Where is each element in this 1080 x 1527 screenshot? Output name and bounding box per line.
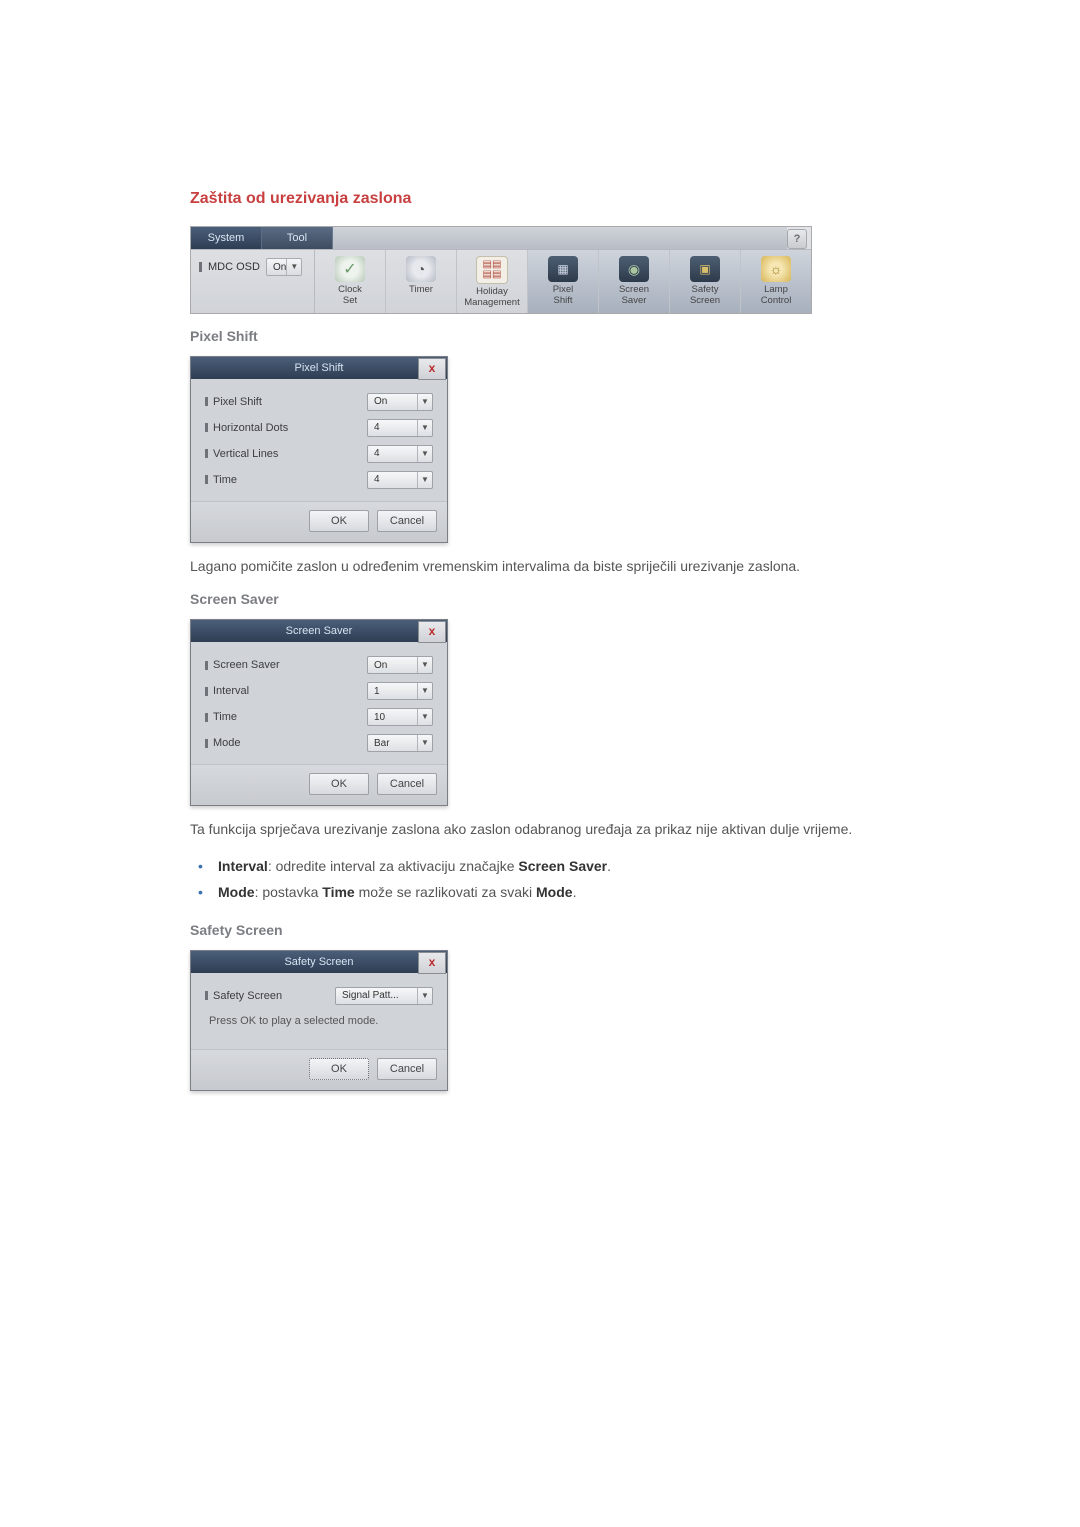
interval-dropdown[interactable]: 1▼: [367, 682, 433, 700]
toolbar-item-screen-saver[interactable]: ◉ Screen Saver: [599, 250, 670, 313]
safety-screen-mode-dropdown[interactable]: Signal Patt...▼: [335, 987, 433, 1005]
ok-button[interactable]: OK: [309, 1058, 369, 1080]
screen-saver-onoff-dropdown[interactable]: On▼: [367, 656, 433, 674]
safety-screen-icon: ▣: [690, 256, 720, 282]
section-title: Zaštita od urezivanja zaslona: [190, 190, 890, 208]
pixel-shift-onoff-dropdown[interactable]: On▼: [367, 393, 433, 411]
toolbar: System Tool ? MDC OSD On ▼ ✓ Clock Set ◔…: [190, 226, 812, 314]
cancel-button[interactable]: Cancel: [377, 510, 437, 532]
tab-system[interactable]: System: [191, 227, 262, 249]
pixel-shift-dialog: Pixel Shift x Pixel Shift On▼ Horizontal…: [190, 356, 448, 543]
horizontal-dots-dropdown[interactable]: 4▼: [367, 419, 433, 437]
cancel-button[interactable]: Cancel: [377, 1058, 437, 1080]
close-icon[interactable]: x: [418, 952, 446, 974]
dialog-title: Safety Screen x: [191, 951, 447, 973]
chevron-down-icon: ▼: [286, 259, 301, 275]
clock-icon: ✓: [335, 256, 365, 282]
tab-tool[interactable]: Tool: [262, 227, 333, 249]
dialog-title: Pixel Shift x: [191, 357, 447, 379]
safety-screen-hint: Press OK to play a selected mode.: [209, 1015, 433, 1027]
toolbar-item-holiday[interactable]: ▤▤▤▤ Holiday Management: [457, 250, 528, 313]
close-icon[interactable]: x: [418, 621, 446, 643]
mdc-osd-label: MDC OSD: [208, 258, 260, 276]
help-button[interactable]: ?: [787, 229, 807, 249]
screen-saver-bullets: Interval: odredite interval za aktivacij…: [190, 853, 890, 906]
close-icon[interactable]: x: [418, 358, 446, 380]
pixel-shift-description: Lagano pomičite zaslon u određenim vreme…: [190, 555, 890, 577]
toolbar-item-timer[interactable]: ◔ Timer: [386, 250, 457, 313]
toolbar-item-lamp-control[interactable]: ☼ Lamp Control: [741, 250, 811, 313]
safety-screen-dialog: Safety Screen x Safety Screen Signal Pat…: [190, 950, 448, 1091]
screen-saver-dialog: Screen Saver x Screen Saver On▼ Interval…: [190, 619, 448, 806]
pixel-shift-heading: Pixel Shift: [190, 328, 890, 344]
time-dropdown[interactable]: 4▼: [367, 471, 433, 489]
list-item: Mode: postavka Time može se razlikovati …: [190, 879, 890, 906]
timer-icon: ◔: [406, 256, 436, 282]
safety-screen-heading: Safety Screen: [190, 922, 890, 938]
calendar-icon: ▤▤▤▤: [476, 256, 508, 284]
screen-saver-heading: Screen Saver: [190, 591, 890, 607]
toolbar-item-safety-screen[interactable]: ▣ Safety Screen: [670, 250, 741, 313]
cancel-button[interactable]: Cancel: [377, 773, 437, 795]
mode-dropdown[interactable]: Bar▼: [367, 734, 433, 752]
screen-saver-icon: ◉: [619, 256, 649, 282]
lamp-icon: ☼: [761, 256, 791, 282]
vertical-lines-dropdown[interactable]: 4▼: [367, 445, 433, 463]
pixel-shift-icon: ▦: [548, 256, 578, 282]
toolbar-item-clock-set[interactable]: ✓ Clock Set: [315, 250, 386, 313]
toolbar-item-pixel-shift[interactable]: ▦ Pixel Shift: [528, 250, 599, 313]
screen-saver-description: Ta funkcija sprječava urezivanje zaslona…: [190, 818, 890, 840]
ok-button[interactable]: OK: [309, 773, 369, 795]
mdc-osd-dropdown[interactable]: On ▼: [266, 258, 302, 276]
dialog-title: Screen Saver x: [191, 620, 447, 642]
list-item: Interval: odredite interval za aktivacij…: [190, 853, 890, 880]
ok-button[interactable]: OK: [309, 510, 369, 532]
time-dropdown[interactable]: 10▼: [367, 708, 433, 726]
